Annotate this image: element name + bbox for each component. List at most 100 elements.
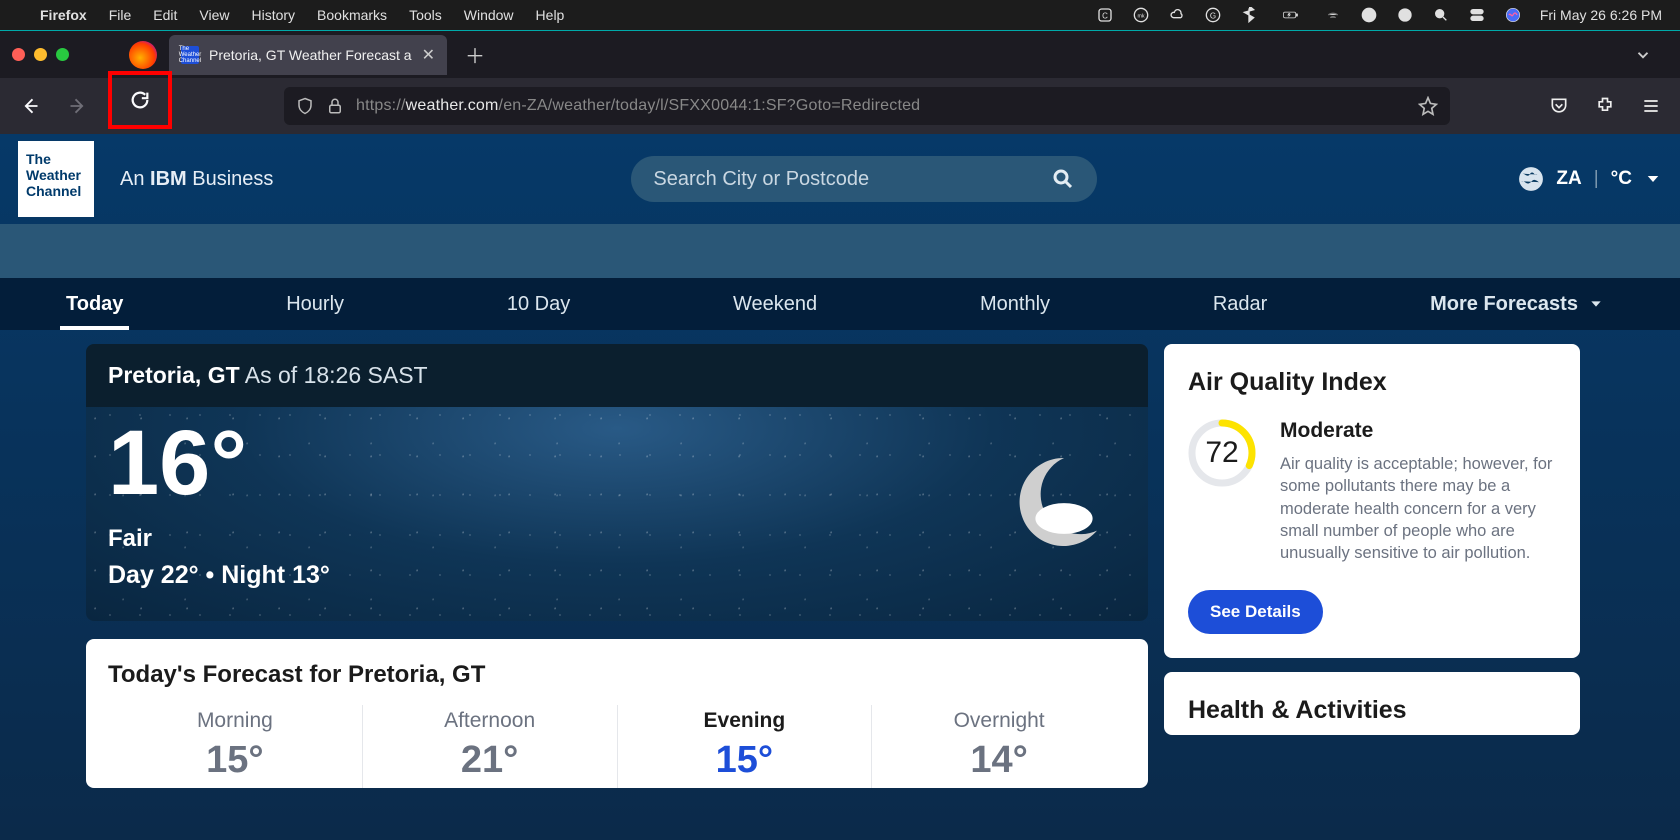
nav-weekend[interactable]: Weekend [727,281,823,328]
forecast-label: Afternoon [363,709,617,733]
browser-tab[interactable]: TheWeatherChannel Pretoria, GT Weather F… [169,35,447,75]
site-nav: Today Hourly 10 Day Weekend Monthly Rada… [0,278,1680,330]
siri-icon[interactable] [1504,6,1522,24]
reload-highlight [108,71,172,129]
nav-radar[interactable]: Radar [1207,281,1273,328]
hero-condition: Fair [108,525,1126,553]
window-close[interactable] [12,48,25,61]
new-tab-button[interactable]: ＋ [465,40,485,69]
unit-label: °C [1611,168,1632,190]
globe-icon [1518,166,1544,192]
ibm-tagline: An IBM Business [120,168,273,191]
menubar-app[interactable]: Firefox [40,7,87,23]
battery-icon[interactable] [1276,6,1306,24]
shield-icon[interactable] [296,97,314,115]
ad-bar [0,224,1680,278]
bookmark-star-icon[interactable] [1418,96,1438,116]
nav-monthly[interactable]: Monthly [974,281,1056,328]
tab-close-icon[interactable]: ✕ [422,45,435,65]
search-box[interactable]: Search City or Postcode [631,156,1097,202]
forecast-label: Overnight [872,709,1126,733]
menu-view[interactable]: View [199,7,229,23]
chevron-down-icon [1644,170,1662,188]
forecast-cell-morning[interactable]: Morning 15° [108,705,362,788]
firefox-badge-icon [129,41,157,69]
back-button[interactable] [12,88,48,124]
search-placeholder: Search City or Postcode [653,168,869,191]
window-minimize[interactable] [34,48,47,61]
hero-location: Pretoria, GT [108,362,240,388]
control-center-icon[interactable] [1468,6,1486,24]
region-selector[interactable]: ZA | °C [1518,166,1662,192]
forecast-cell-afternoon[interactable]: Afternoon 21° [362,705,617,788]
site-header: The Weather Channel An IBM Business Sear… [0,134,1680,224]
menu-file[interactable]: File [109,7,132,23]
twc-logo-line: Weather [26,167,86,183]
menu-window[interactable]: Window [464,7,514,23]
reload-button[interactable] [122,82,158,118]
mac-menubar: Firefox File Edit View History Bookmarks… [0,0,1680,30]
region-divider: | [1594,168,1599,190]
window-controls [12,48,69,61]
wifi-off-icon[interactable] [1324,6,1342,24]
menu-history[interactable]: History [251,7,295,23]
time-machine-icon[interactable] [1396,6,1414,24]
svg-text:C: C [1102,11,1108,20]
site-body: The Weather Channel An IBM Business Sear… [0,134,1680,840]
tab-title: Pretoria, GT Weather Forecast a [209,47,412,63]
status-mk-icon[interactable]: mk [1132,6,1150,24]
forecast-temp: 15° [618,739,872,782]
forecast-temp: 15° [108,739,362,782]
nav-today[interactable]: Today [60,281,129,328]
aqi-description: Air quality is acceptable; however, for … [1280,453,1556,564]
menubar-datetime[interactable]: Fri May 26 6:26 PM [1540,7,1662,23]
forecast-title: Today's Forecast for Pretoria, GT [108,661,1126,689]
twc-logo-line: Channel [26,183,86,199]
hero-asof: As of 18:26 SAST [245,362,428,388]
app-menu-icon[interactable] [1634,89,1668,123]
menu-bookmarks[interactable]: Bookmarks [317,7,387,23]
nav-hourly[interactable]: Hourly [280,281,350,328]
status-bracket-c-icon[interactable]: C [1096,6,1114,24]
nav-more-forecasts[interactable]: More Forecasts [1424,281,1610,328]
content: Pretoria, GT As of 18:26 SAST 16° Fair D… [0,330,1680,788]
hero-temp: 16° [108,417,1126,509]
pocket-icon[interactable] [1542,89,1576,123]
today-forecast-card: Today's Forecast for Pretoria, GT Mornin… [86,639,1148,788]
spotlight-icon[interactable] [1432,6,1450,24]
region-code: ZA [1556,168,1581,190]
health-activities-card: Health & Activities [1164,672,1580,735]
menu-help[interactable]: Help [536,7,565,23]
grammarly-icon[interactable]: G [1204,6,1222,24]
extensions-icon[interactable] [1588,89,1622,123]
twc-logo[interactable]: The Weather Channel [18,141,94,217]
aqi-gauge: 72 [1188,419,1256,487]
forecast-cell-overnight[interactable]: Overnight 14° [871,705,1126,788]
lock-icon[interactable] [326,97,344,115]
menu-tools[interactable]: Tools [409,7,442,23]
forecast-cell-evening[interactable]: Evening 15° [617,705,872,788]
health-title: Health & Activities [1188,696,1556,725]
creative-cloud-icon[interactable] [1168,6,1186,24]
twc-logo-line: The [26,151,86,167]
url-bar[interactable]: https://weather.com/en-ZA/weather/today/… [284,87,1450,125]
hero-day-night: Day 22° • Night 13° [108,561,1126,590]
tab-favicon-icon: TheWeatherChannel [181,46,199,64]
svg-text:G: G [1210,11,1216,20]
tab-overflow-button[interactable] [1634,46,1652,64]
svg-text:mk: mk [1137,14,1144,20]
forward-button [60,88,96,124]
firefox-tabstrip: TheWeatherChannel Pretoria, GT Weather F… [0,30,1680,78]
menu-edit[interactable]: Edit [153,7,177,23]
nav-10day[interactable]: 10 Day [501,281,576,328]
search-icon[interactable] [1051,167,1075,191]
aqi-level: Moderate [1280,419,1556,443]
forecast-temp: 14° [872,739,1126,782]
user-icon[interactable] [1360,6,1378,24]
firefox-toolbar: https://weather.com/en-ZA/weather/today/… [0,78,1680,134]
url-text: https://weather.com/en-ZA/weather/today/… [356,97,920,115]
forecast-label: Morning [108,709,362,733]
window-zoom[interactable] [56,48,69,61]
bluetooth-icon[interactable] [1240,6,1258,24]
aqi-details-button[interactable]: See Details [1188,590,1323,634]
